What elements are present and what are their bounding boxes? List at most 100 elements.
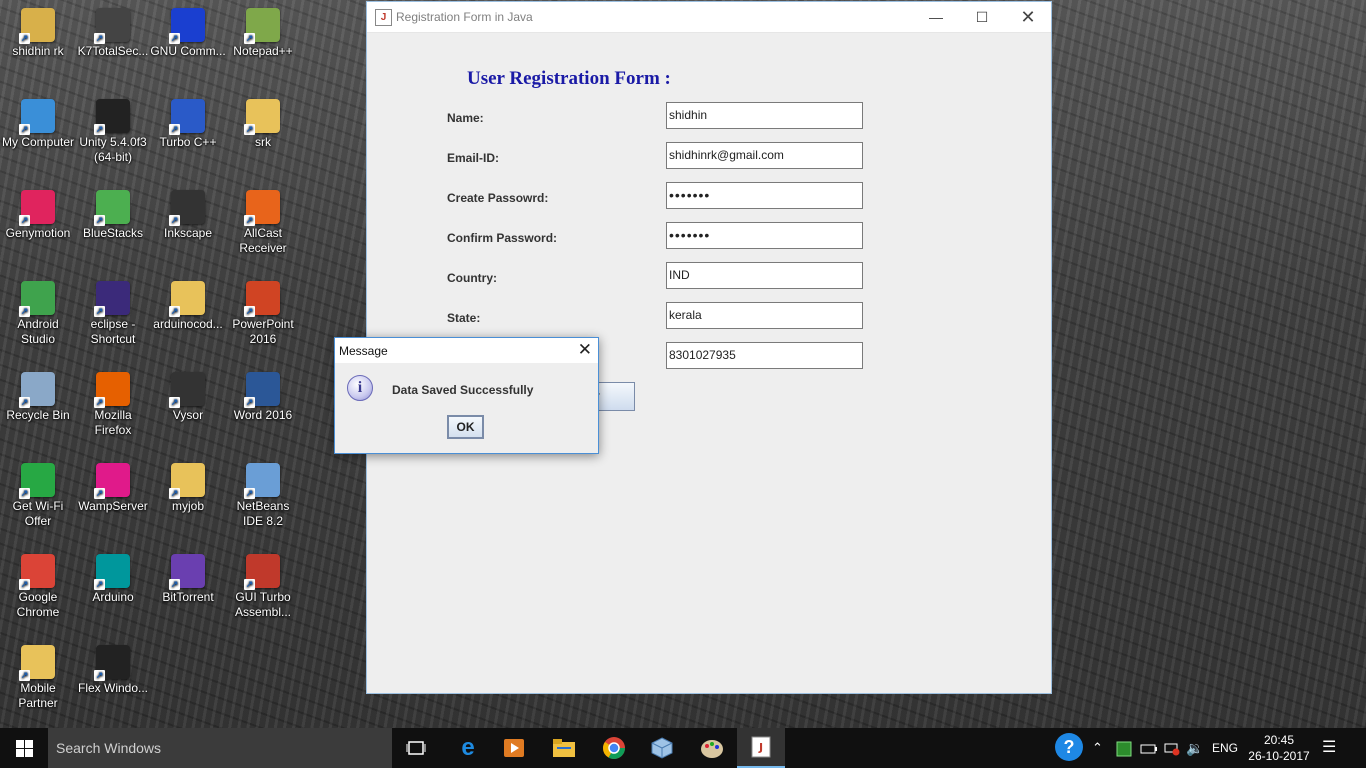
create-password-field[interactable]: •••••••	[666, 182, 863, 209]
desktop-icon[interactable]: ↗ Turbo C++	[150, 99, 226, 150]
desktop-icon[interactable]: ↗ Word 2016	[225, 372, 301, 423]
desktop-icon-label: NetBeans IDE 8.2	[236, 499, 290, 528]
desktop-icon-label: Notepad++	[233, 44, 293, 58]
taskbar-clock[interactable]: 20:45 26-10-2017	[1248, 732, 1310, 764]
desktop-icon[interactable]: ↗ PowerPoint 2016	[225, 281, 301, 347]
desktop-icon[interactable]: ↗ Arduino	[75, 554, 151, 605]
window-title: Registration Form in Java	[396, 10, 533, 24]
notifications-icon[interactable]: ☰	[1322, 728, 1336, 768]
help-icon[interactable]: ?	[1055, 733, 1083, 761]
edge-icon[interactable]: e	[444, 728, 492, 768]
desktop-icon-label: Mozilla Firefox	[94, 408, 132, 437]
name-field[interactable]: shidhin	[666, 102, 863, 129]
name-label: Name:	[447, 111, 484, 125]
paint-icon[interactable]	[688, 728, 736, 768]
shortcut-arrow-icon: ↗	[94, 124, 105, 135]
confirm-password-field[interactable]: •••••••	[666, 222, 863, 249]
window-titlebar[interactable]: J Registration Form in Java — ☐ ✕	[367, 2, 1051, 33]
tray-app-icon[interactable]	[1116, 728, 1132, 768]
desktop-icon[interactable]: ↗ AllCast Receiver	[225, 190, 301, 256]
desktop-icon[interactable]: ↗ My Computer	[0, 99, 76, 150]
desktop-icon-label: myjob	[171, 499, 204, 513]
desktop-icon[interactable]: ↗ Mobile Partner	[0, 645, 76, 711]
desktop-icon[interactable]: ↗ GNU Comm...	[150, 8, 226, 59]
desktop-icon-label: Flex Windo...	[77, 681, 149, 695]
desktop-icon[interactable]: ↗ Genymotion	[0, 190, 76, 241]
phone-field[interactable]: 8301027935	[666, 342, 863, 369]
minimize-button[interactable]: —	[913, 2, 959, 32]
desktop-icon[interactable]: ↗ BitTorrent	[150, 554, 226, 605]
desktop-icon[interactable]: ↗ Android Studio	[0, 281, 76, 347]
shortcut-arrow-icon: ↗	[19, 33, 30, 44]
shortcut-arrow-icon: ↗	[169, 124, 180, 135]
desktop-icon[interactable]: ↗ Inkscape	[150, 190, 226, 241]
desktop-icon[interactable]: ↗ Recycle Bin	[0, 372, 76, 423]
taskbar-search[interactable]: Search Windows	[48, 728, 392, 768]
virtualbox-icon[interactable]	[638, 728, 686, 768]
close-button[interactable]: ✕	[1005, 2, 1051, 32]
desktop-icon-label: eclipse - Shortcut	[90, 317, 136, 346]
desktop-icon[interactable]: ↗ Vysor	[150, 372, 226, 423]
desktop-icon[interactable]: ↗ eclipse - Shortcut	[75, 281, 151, 347]
shortcut-arrow-icon: ↗	[19, 306, 30, 317]
desktop-icon[interactable]: ↗ Google Chrome	[0, 554, 76, 620]
desktop-icon[interactable]: ↗ Notepad++	[225, 8, 301, 59]
dialog-message: Data Saved Successfully	[392, 383, 534, 397]
desktop-icon-label: arduinocod...	[153, 317, 223, 331]
java-taskbar-icon[interactable]: J	[737, 728, 785, 768]
shortcut-arrow-icon: ↗	[94, 579, 105, 590]
volume-icon[interactable]: 🔉	[1186, 728, 1203, 768]
media-player-icon[interactable]	[490, 728, 538, 768]
folder-user-icon: ↗	[19, 8, 55, 44]
task-view-icon[interactable]	[392, 728, 440, 768]
shortcut-arrow-icon: ↗	[244, 488, 255, 499]
desktop-icon[interactable]: ↗ GUI Turbo Assembl...	[225, 554, 301, 620]
wamp-icon: ↗	[94, 463, 130, 499]
shortcut-arrow-icon: ↗	[169, 397, 180, 408]
shortcut-arrow-icon: ↗	[94, 306, 105, 317]
dialog-titlebar[interactable]: Message ✕	[335, 338, 598, 363]
desktop-icon[interactable]: ↗ NetBeans IDE 8.2	[225, 463, 301, 529]
shortcut-arrow-icon: ↗	[244, 397, 255, 408]
gnu-icon: ↗	[169, 8, 205, 44]
show-hidden-icons-icon[interactable]: ⌃	[1092, 728, 1103, 768]
desktop-icon[interactable]: ↗ Unity 5.4.0f3 (64-bit)	[75, 99, 151, 165]
file-explorer-icon[interactable]	[540, 728, 588, 768]
maximize-button[interactable]: ☐	[959, 2, 1005, 32]
desktop-icon[interactable]: ↗ WampServer	[75, 463, 151, 514]
apple-icon: ↗	[94, 645, 130, 681]
desktop-icon[interactable]: ↗ Mozilla Firefox	[75, 372, 151, 438]
desktop-icon[interactable]: ↗ arduinocod...	[150, 281, 226, 332]
language-indicator[interactable]: ENG	[1212, 728, 1238, 768]
clock-date: 26-10-2017	[1248, 749, 1310, 763]
desktop-icon[interactable]: ↗ Get Wi-Fi Offer	[0, 463, 76, 529]
desktop-icon-label: Inkscape	[163, 226, 213, 240]
svg-text:J: J	[758, 741, 763, 754]
shortcut-arrow-icon: ↗	[169, 579, 180, 590]
chrome-taskbar-icon[interactable]	[590, 728, 638, 768]
shortcut-arrow-icon: ↗	[94, 670, 105, 681]
desktop-icon[interactable]: ↗ Flex Windo...	[75, 645, 151, 696]
state-field[interactable]: kerala	[666, 302, 863, 329]
ok-button[interactable]: OK	[447, 415, 484, 439]
start-button[interactable]	[0, 728, 48, 768]
recycle-bin-icon: ↗	[19, 372, 55, 408]
desktop-icon[interactable]: ↗ shidhin rk	[0, 8, 76, 59]
network-icon[interactable]	[1164, 728, 1180, 768]
desktop-icon-label: Turbo C++	[159, 135, 217, 149]
country-field[interactable]: IND	[666, 262, 863, 289]
confirm-password-label: Confirm Password:	[447, 231, 558, 245]
email-field[interactable]: shidhinrk@gmail.com	[666, 142, 863, 169]
desktop-icon[interactable]: ↗ myjob	[150, 463, 226, 514]
desktop-icon[interactable]: ↗ K7TotalSec...	[75, 8, 151, 59]
desktop-icon[interactable]: ↗ srk	[225, 99, 301, 150]
desktop-icon[interactable]: ↗ BlueStacks	[75, 190, 151, 241]
create-password-label: Create Passowrd:	[447, 191, 549, 205]
battery-icon[interactable]	[1140, 728, 1158, 768]
wifi-icon: ↗	[19, 463, 55, 499]
desktop-icon-label: BlueStacks	[82, 226, 144, 240]
desktop-icon-label: AllCast Receiver	[239, 226, 287, 255]
file-icon: ↗	[169, 281, 205, 317]
shortcut-arrow-icon: ↗	[169, 306, 180, 317]
dialog-close-button[interactable]: ✕	[578, 340, 592, 360]
